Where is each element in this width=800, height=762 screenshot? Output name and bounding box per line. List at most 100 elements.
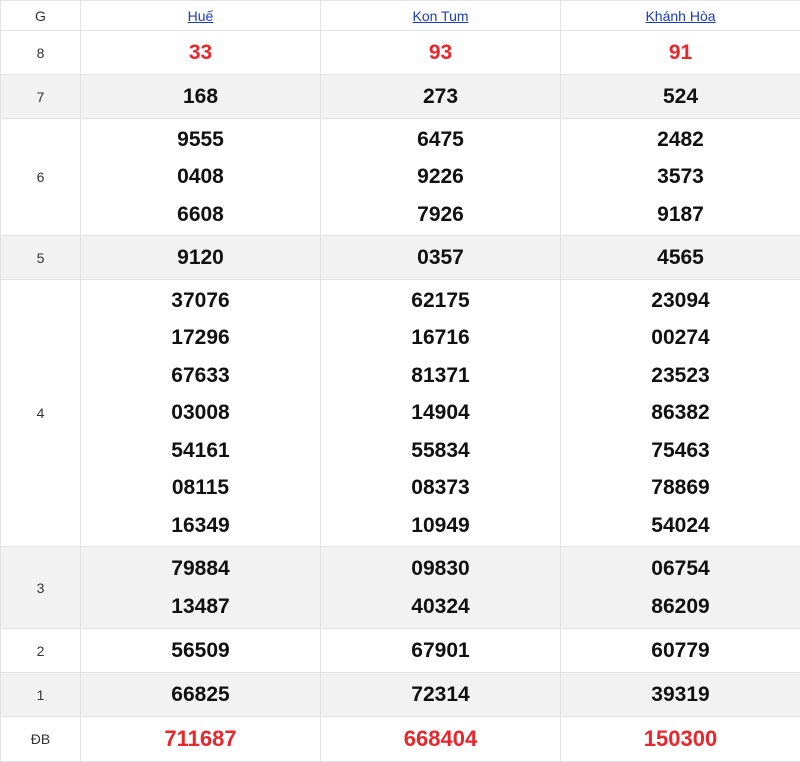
result-cell: 9120 <box>81 236 321 280</box>
result-number: 86209 <box>561 588 800 626</box>
result-number: 72314 <box>321 676 560 714</box>
result-number: 66825 <box>81 676 320 714</box>
result-number: 16349 <box>81 507 320 545</box>
special-result-cell: 668404 <box>321 717 561 762</box>
result-cell: 91 <box>561 31 800 75</box>
result-number: 09830 <box>321 550 560 588</box>
province-link-khanh-hoa[interactable]: Khánh Hòa <box>645 8 715 24</box>
result-number: 0408 <box>81 158 320 196</box>
result-cell: 2482 3573 9187 <box>561 119 800 236</box>
result-number: 6475 <box>321 121 560 159</box>
result-number: 56509 <box>81 632 320 670</box>
result-cell: 0357 <box>321 236 561 280</box>
result-number: 60779 <box>561 632 800 670</box>
prize-label: 4 <box>1 280 81 547</box>
result-number: 39319 <box>561 676 800 714</box>
special-result-cell: 150300 <box>561 717 800 762</box>
prize-label: 3 <box>1 547 81 629</box>
result-number: 168 <box>81 78 320 116</box>
result-number: 4565 <box>561 239 800 277</box>
result-number: 9555 <box>81 121 320 159</box>
result-cell: 273 <box>321 75 561 119</box>
result-cell: 9555 0408 6608 <box>81 119 321 236</box>
result-number: 81371 <box>321 357 560 395</box>
result-cell: 37076 17296 67633 03008 54161 08115 1634… <box>81 280 321 547</box>
result-number: 54161 <box>81 432 320 470</box>
result-number: 40324 <box>321 588 560 626</box>
province-header: Kon Tum <box>321 1 561 31</box>
prize-row-special: ĐB 711687 668404 150300 <box>1 717 800 762</box>
result-cell: 93 <box>321 31 561 75</box>
result-number: 524 <box>561 78 800 116</box>
province-header: Khánh Hòa <box>561 1 800 31</box>
result-number: 3573 <box>561 158 800 196</box>
province-link-kon-tum[interactable]: Kon Tum <box>412 8 468 24</box>
result-cell: 524 <box>561 75 800 119</box>
result-number: 23094 <box>561 282 800 320</box>
result-cell: 56509 <box>81 629 321 673</box>
result-number: 75463 <box>561 432 800 470</box>
prize-label: 7 <box>1 75 81 119</box>
prize-label: 2 <box>1 629 81 673</box>
prize-row-1: 1 66825 72314 39319 <box>1 673 800 717</box>
result-cell: 60779 <box>561 629 800 673</box>
result-number: 14904 <box>321 394 560 432</box>
result-number: 9120 <box>81 239 320 277</box>
special-result-number: 668404 <box>321 720 560 758</box>
result-cell: 09830 40324 <box>321 547 561 629</box>
result-number: 16716 <box>321 319 560 357</box>
result-cell: 4565 <box>561 236 800 280</box>
prize-row-7: 7 168 273 524 <box>1 75 800 119</box>
result-number: 00274 <box>561 319 800 357</box>
result-cell: 168 <box>81 75 321 119</box>
province-link-hue[interactable]: Huế <box>188 8 214 24</box>
header-row: G Huế Kon Tum Khánh Hòa <box>1 1 800 31</box>
result-number: 62175 <box>321 282 560 320</box>
prize-row-3: 3 79884 13487 09830 40324 06754 86209 <box>1 547 800 629</box>
result-number: 9226 <box>321 158 560 196</box>
result-number: 06754 <box>561 550 800 588</box>
result-cell: 67901 <box>321 629 561 673</box>
result-number: 37076 <box>81 282 320 320</box>
result-number: 91 <box>561 34 800 72</box>
result-number: 23523 <box>561 357 800 395</box>
result-number: 79884 <box>81 550 320 588</box>
result-cell: 39319 <box>561 673 800 717</box>
result-cell: 6475 9226 7926 <box>321 119 561 236</box>
result-cell: 62175 16716 81371 14904 55834 08373 1094… <box>321 280 561 547</box>
prize-row-5: 5 9120 0357 4565 <box>1 236 800 280</box>
prize-row-8: 8 33 93 91 <box>1 31 800 75</box>
prize-label: ĐB <box>1 717 81 762</box>
result-cell: 06754 86209 <box>561 547 800 629</box>
prize-column-header: G <box>1 1 81 31</box>
result-number: 0357 <box>321 239 560 277</box>
result-number: 7926 <box>321 196 560 234</box>
special-result-cell: 711687 <box>81 717 321 762</box>
result-number: 78869 <box>561 469 800 507</box>
result-number: 273 <box>321 78 560 116</box>
result-number: 03008 <box>81 394 320 432</box>
result-number: 93 <box>321 34 560 72</box>
result-cell: 33 <box>81 31 321 75</box>
result-number: 67633 <box>81 357 320 395</box>
lottery-results-table: G Huế Kon Tum Khánh Hòa 8 33 93 91 7 168… <box>0 0 800 762</box>
result-number: 08373 <box>321 469 560 507</box>
prize-row-6: 6 9555 0408 6608 6475 9226 7926 2482 357… <box>1 119 800 236</box>
result-number: 13487 <box>81 588 320 626</box>
prize-label: 1 <box>1 673 81 717</box>
result-number: 08115 <box>81 469 320 507</box>
result-number: 2482 <box>561 121 800 159</box>
result-cell: 72314 <box>321 673 561 717</box>
prize-row-2: 2 56509 67901 60779 <box>1 629 800 673</box>
result-number: 67901 <box>321 632 560 670</box>
result-number: 17296 <box>81 319 320 357</box>
prize-label: 8 <box>1 31 81 75</box>
prize-row-4: 4 37076 17296 67633 03008 54161 08115 16… <box>1 280 800 547</box>
result-number: 10949 <box>321 507 560 545</box>
result-number: 55834 <box>321 432 560 470</box>
result-cell: 23094 00274 23523 86382 75463 78869 5402… <box>561 280 800 547</box>
result-number: 6608 <box>81 196 320 234</box>
prize-label: 6 <box>1 119 81 236</box>
special-result-number: 711687 <box>81 720 320 758</box>
province-header: Huế <box>81 1 321 31</box>
